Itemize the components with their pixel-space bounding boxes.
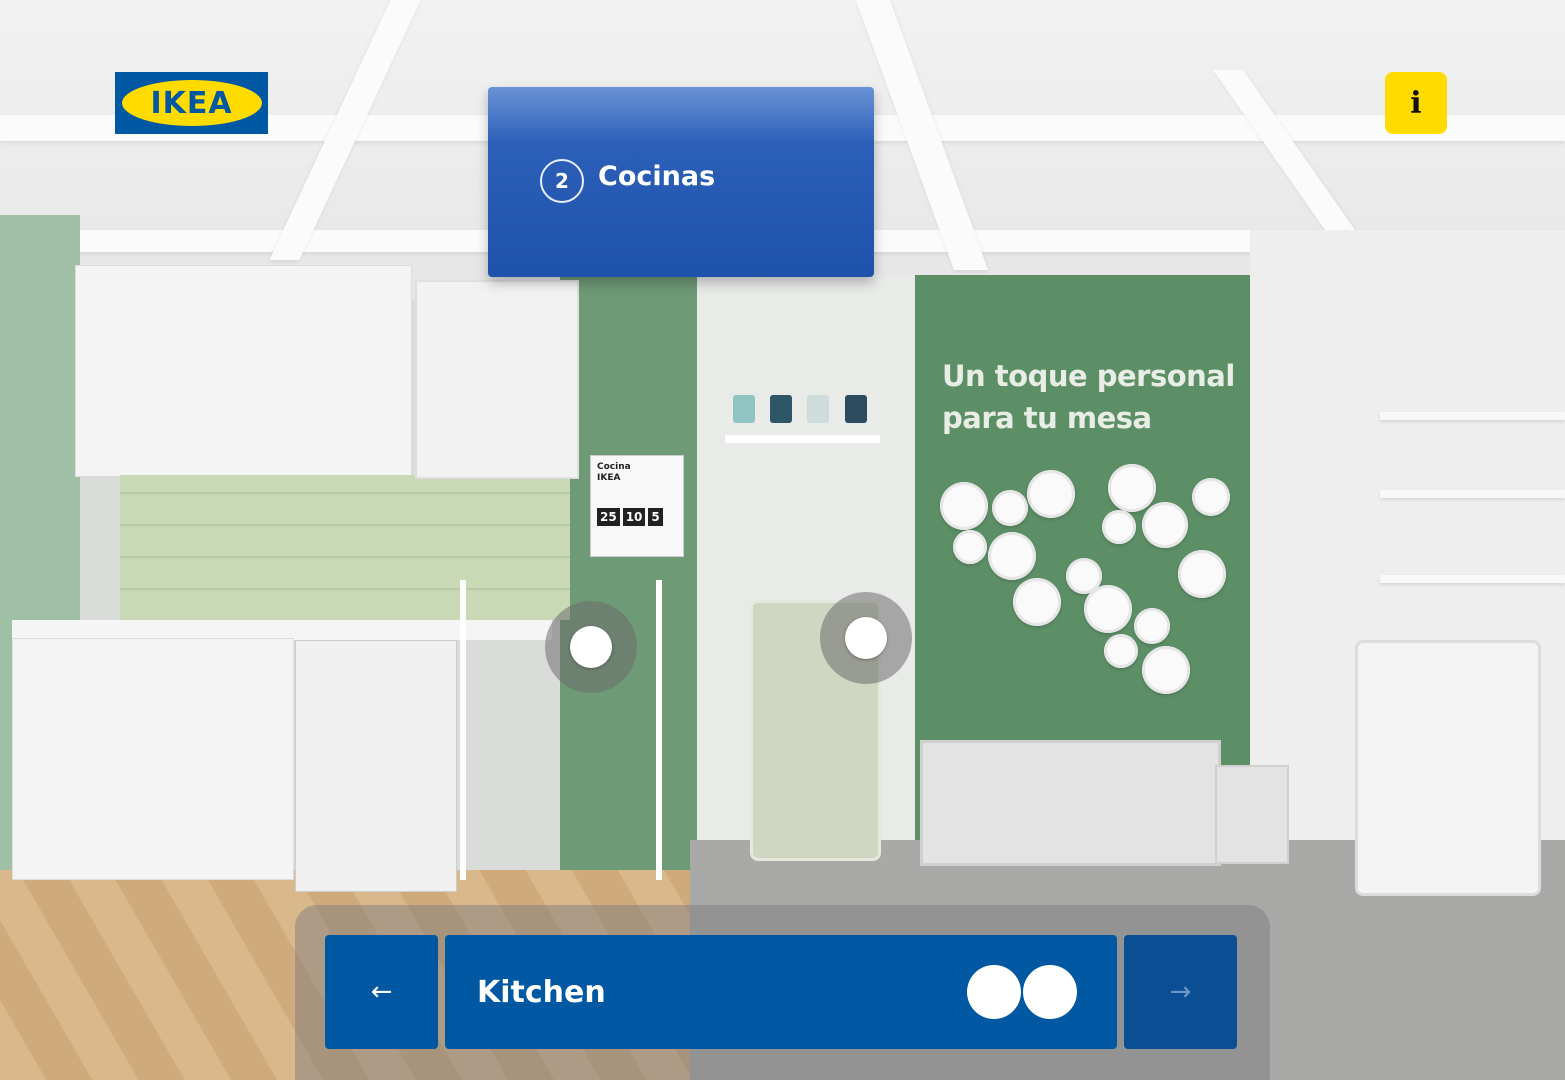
section-sign: 2 Cocinas (488, 87, 874, 277)
price-card-value: 25 (597, 508, 620, 526)
hotspot-kitchen-stool[interactable] (545, 601, 637, 693)
hotspot-dot (845, 617, 887, 659)
price-card-title: Cocina (597, 462, 631, 472)
kitchen-island (295, 640, 457, 892)
two-dots-icon[interactable] (967, 965, 1079, 1021)
next-room-button[interactable]: → (1124, 935, 1237, 1049)
upper-cabinet (75, 265, 412, 477)
base-cabinet (12, 638, 294, 880)
price-card: Cocina IKEA 25 10 5 (590, 455, 684, 557)
wall-slogan-line: para tu mesa (942, 401, 1152, 435)
glass-shelf (1380, 490, 1565, 498)
section-title: Cocinas (598, 161, 716, 192)
info-icon: i (1410, 85, 1422, 121)
previous-room-button[interactable]: ← (325, 935, 438, 1049)
price-card-value: 5 (648, 508, 663, 526)
hotspot-trolley[interactable] (820, 592, 912, 684)
display-bench (920, 740, 1221, 866)
current-room-selector[interactable]: Kitchen (445, 935, 1117, 1049)
arrow-left-icon: ← (370, 977, 393, 1007)
logo-text: IKEA (150, 85, 233, 121)
info-button[interactable]: i (1385, 72, 1447, 134)
white-cart (1355, 640, 1541, 896)
mug-shelf (725, 395, 880, 443)
price-card-subtitle: IKEA (597, 473, 621, 483)
display-bench-small (1215, 765, 1289, 864)
spice-shelf (415, 280, 579, 479)
wall-slogan: Un toque personal para tu mesa (942, 355, 1242, 439)
ikea-logo[interactable]: IKEA (115, 72, 268, 134)
current-room-label: Kitchen (477, 974, 606, 1010)
glass-shelf (1380, 412, 1565, 420)
section-number: 2 (540, 159, 584, 203)
price-card-value: 10 (622, 508, 646, 526)
arrow-right-icon: → (1169, 977, 1192, 1007)
wall-slogan-line: Un toque personal (942, 359, 1235, 393)
hotspot-dot (570, 626, 612, 668)
glass-shelf (1380, 575, 1565, 583)
